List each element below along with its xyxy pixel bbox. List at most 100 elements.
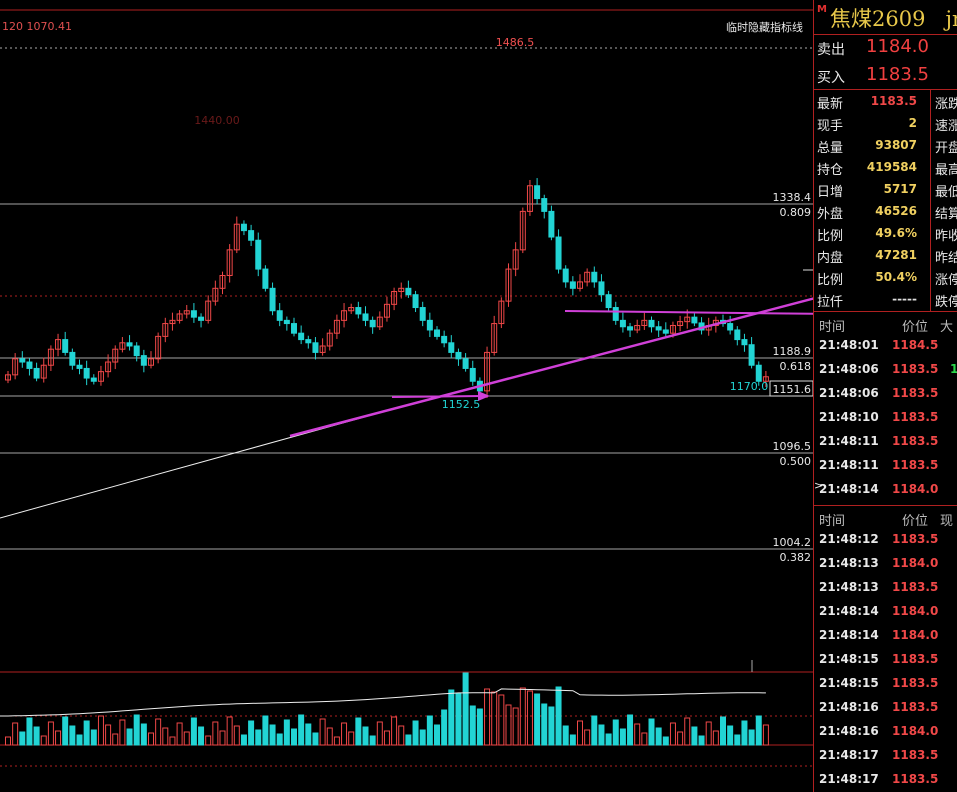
stat-label-2: 昨结: [935, 251, 957, 266]
volume-bar: [426, 715, 433, 746]
stat-row: 比例 50.4% 涨停: [814, 266, 957, 288]
stat-label-2: 速涨: [935, 119, 957, 134]
faded-label: 1440.00: [194, 114, 240, 127]
stat-row: 日增 5717 最低: [814, 178, 957, 200]
tick-row: 21:48:14 1184.0: [814, 477, 957, 501]
tick-price: 1184.5: [892, 338, 939, 352]
volume-bar: [405, 734, 412, 746]
volume-bar: [548, 706, 555, 746]
volume-bar: [512, 707, 519, 746]
ask-price: 1184.0: [866, 36, 929, 57]
candle-body: [83, 367, 90, 379]
volume-bar: [97, 715, 104, 746]
tick-time: 21:48:11: [819, 458, 879, 472]
last-low-label: 1170.0: [730, 380, 769, 393]
candle-body: [255, 239, 262, 270]
volume-bar: [720, 716, 726, 746]
volume-bar: [33, 726, 40, 746]
candle-body: [62, 339, 69, 353]
candle-body: [598, 281, 605, 296]
stat-row: 比例 49.6% 昨收: [814, 222, 957, 244]
stat-label: 持仓: [817, 163, 844, 178]
volume-bar: [634, 723, 641, 746]
volume-bar: [133, 714, 140, 746]
volume-bar: [469, 705, 476, 746]
candle-body: [755, 364, 762, 382]
ask-row[interactable]: 卖出 1184.0: [814, 34, 957, 62]
market-flag: M: [817, 4, 827, 15]
candle-body: [412, 294, 419, 309]
candle-body: [462, 358, 469, 369]
volume-bar: [333, 736, 340, 746]
tick-header: 时间 价位大: [814, 311, 957, 335]
tick-row: 21:48:17 1183.5: [814, 767, 957, 791]
chart-canvas[interactable]: 1338.4 0.809 1188.9 0.618 1096.5 0.500 1004.2 0…: [0, 0, 813, 792]
candle-body: [248, 230, 255, 241]
volume-bar: [698, 735, 705, 746]
tick-time: 21:48:12: [819, 532, 879, 546]
volume-bar: [240, 734, 247, 746]
candle-body: [562, 268, 569, 283]
kline-chart[interactable]: 1338.4 0.809 1188.9 0.618 1096.5 0.500 1004.2 0…: [0, 0, 813, 792]
tick-time: 21:48:13: [819, 556, 879, 570]
candle-body: [548, 210, 555, 238]
volume-bar: [298, 714, 305, 746]
tick-time: 21:48:14: [819, 604, 879, 618]
scroll-pointer-icon: >: [814, 479, 824, 492]
volume-bar: [591, 715, 598, 746]
hide-indicator-button[interactable]: 临时隐藏指标线: [726, 20, 803, 34]
volume-bar: [148, 732, 154, 746]
bid-row[interactable]: 买入 1183.5: [814, 62, 957, 90]
tick-time: 21:48:13: [819, 580, 879, 594]
volume-bar: [19, 731, 26, 746]
volume-bar: [90, 729, 97, 746]
volume-bar: [741, 720, 748, 746]
stat-label-2: 跌停: [935, 295, 957, 310]
volume-bar: [734, 734, 741, 746]
volume-bar: [369, 735, 376, 746]
candle-body: [198, 316, 205, 321]
tick-price: 1183.5: [892, 532, 939, 546]
volume-bar: [391, 716, 398, 746]
volume-bar: [341, 722, 348, 746]
candle-body: [369, 319, 376, 328]
candle-body: [434, 329, 440, 337]
volume-bar: [677, 731, 684, 746]
volume-bar: [112, 733, 119, 746]
volume-bar: [412, 720, 419, 746]
volume-bar: [462, 672, 469, 746]
candle-body: [627, 326, 634, 331]
volume-bar: [498, 694, 505, 746]
tick-price: 1183.5: [892, 362, 939, 376]
volume-bar: [105, 724, 112, 746]
tick-price: 1184.0: [892, 604, 939, 618]
candle-body: [555, 236, 562, 270]
stats-divider: [930, 89, 931, 311]
tick-price: 1183.5: [892, 434, 939, 448]
stat-label: 现手: [817, 119, 844, 134]
candle-body: [355, 307, 362, 315]
volume-bar: [198, 726, 205, 746]
tick-price: 1184.0: [892, 482, 939, 496]
volume-bar: [226, 716, 233, 746]
volume-bar: [205, 735, 212, 746]
tick-time: 21:48:14: [819, 628, 879, 642]
volume-bar: [312, 732, 319, 746]
volume-bar: [627, 714, 634, 746]
volume-bar: [348, 731, 355, 746]
symbol-header[interactable]: M 焦煤2609 jm: [814, 0, 957, 35]
tick-row: 21:48:11 1183.5: [814, 453, 957, 477]
stats-table: 最新 1183.5 涨跌现手 2 速涨总量 93807 开盘持仓 419584 最高日增 5717…: [814, 89, 957, 310]
tick-price: 1184.0: [892, 724, 939, 738]
volume-bar: [655, 727, 662, 746]
fib-ratio-label: 0.382: [780, 551, 812, 564]
volume-bar: [398, 725, 405, 746]
volume-bar: [62, 716, 69, 746]
magenta-arrow-support: [391, 395, 483, 398]
stat-value: -----: [892, 292, 917, 306]
stat-label-2: 结算: [935, 207, 957, 222]
fib-price-label: 1004.2: [773, 536, 812, 549]
stat-row: 拉仟 ----- 跌停: [814, 288, 957, 310]
stat-label-2: 最高: [935, 163, 957, 178]
candle-body: [126, 342, 133, 347]
